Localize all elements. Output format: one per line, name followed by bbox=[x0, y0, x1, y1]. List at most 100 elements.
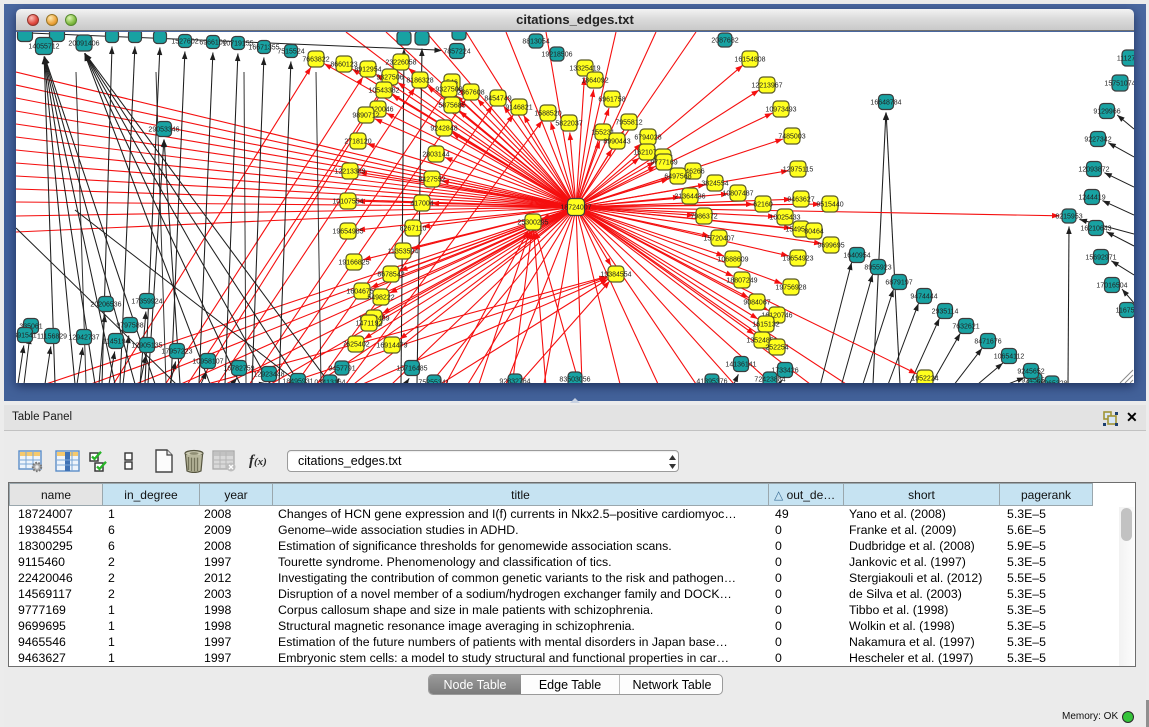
svg-text:16914479: 16914479 bbox=[376, 343, 407, 350]
svg-text:15692971: 15692971 bbox=[1085, 255, 1116, 262]
svg-text:12942737: 12942737 bbox=[68, 335, 99, 342]
svg-text:1145194: 1145194 bbox=[103, 339, 130, 346]
svg-text:8186328: 8186328 bbox=[406, 78, 433, 85]
svg-text:252254: 252254 bbox=[765, 345, 788, 352]
svg-text:14055712: 14055712 bbox=[28, 44, 59, 51]
svg-text:75255341: 75255341 bbox=[418, 380, 449, 384]
svg-text:10807487: 10807487 bbox=[722, 191, 753, 198]
svg-text:12213389: 12213389 bbox=[334, 169, 365, 176]
svg-text:16782759: 16782759 bbox=[223, 366, 254, 373]
svg-text:12975115: 12975115 bbox=[783, 167, 814, 174]
svg-text:8454749: 8454749 bbox=[484, 96, 511, 103]
svg-text:19166825: 19166825 bbox=[338, 260, 369, 267]
svg-text:15720407: 15720407 bbox=[703, 236, 734, 243]
svg-text:8267110: 8267110 bbox=[400, 226, 427, 233]
svg-text:1244419: 1244419 bbox=[1078, 195, 1105, 202]
svg-text:96965328: 96965328 bbox=[1036, 381, 1067, 384]
svg-text:15751074: 15751074 bbox=[1104, 81, 1134, 88]
svg-text:8955923: 8955923 bbox=[864, 265, 891, 272]
svg-text:92832764: 92832764 bbox=[499, 379, 530, 384]
svg-text:21364436: 21364436 bbox=[674, 194, 705, 201]
svg-text:03413164: 03413164 bbox=[314, 380, 345, 384]
svg-text:1471192: 1471192 bbox=[356, 321, 383, 328]
svg-text:5875685: 5875685 bbox=[438, 103, 465, 110]
svg-text:8427552: 8427552 bbox=[418, 177, 445, 184]
svg-text:8813054: 8813054 bbox=[522, 39, 549, 46]
svg-text:9245652: 9245652 bbox=[1017, 369, 1044, 376]
svg-text:11156829: 11156829 bbox=[37, 334, 67, 341]
svg-text:8912954: 8912954 bbox=[354, 67, 381, 74]
svg-text:8215953: 8215953 bbox=[1055, 214, 1082, 221]
svg-text:19218506: 19218506 bbox=[541, 52, 572, 59]
svg-text:7663822: 7663822 bbox=[302, 57, 329, 64]
svg-text:10543382: 10543382 bbox=[368, 88, 399, 95]
svg-text:16154808: 16154808 bbox=[734, 57, 765, 64]
svg-text:18807249: 18807249 bbox=[726, 278, 757, 285]
svg-text:10654112: 10654112 bbox=[994, 354, 1025, 361]
svg-text:18724007: 18724007 bbox=[560, 205, 591, 212]
svg-text:1615132: 1615132 bbox=[752, 322, 779, 329]
svg-text:7857224: 7857224 bbox=[443, 49, 470, 56]
svg-text:16648784: 16648784 bbox=[870, 100, 901, 107]
svg-text:1864092: 1864092 bbox=[581, 78, 608, 85]
svg-text:5822037: 5822037 bbox=[555, 121, 582, 128]
svg-text:9797588: 9797588 bbox=[116, 323, 143, 330]
svg-text:9146821: 9146821 bbox=[505, 105, 532, 112]
svg-text:1112744: 1112744 bbox=[1117, 56, 1134, 63]
svg-text:1640954: 1640954 bbox=[843, 253, 870, 260]
svg-text:9084067: 9084067 bbox=[743, 300, 770, 307]
svg-text:9242848: 9242848 bbox=[430, 126, 457, 133]
svg-text:12923448: 12923448 bbox=[253, 372, 284, 379]
svg-text:116753: 116753 bbox=[1116, 308, 1134, 315]
svg-text:17016504: 17016504 bbox=[1096, 283, 1127, 290]
svg-text:6497568: 6497568 bbox=[664, 174, 691, 181]
svg-text:9463627: 9463627 bbox=[787, 197, 814, 204]
svg-text:29053346: 29053346 bbox=[148, 127, 179, 134]
svg-text:9457791: 9457791 bbox=[328, 366, 355, 373]
svg-text:16671355: 16671355 bbox=[248, 45, 279, 52]
svg-text:19654985: 19654985 bbox=[332, 229, 363, 236]
svg-text:3824554: 3824554 bbox=[701, 181, 728, 188]
svg-text:41395376: 41395376 bbox=[696, 379, 727, 384]
svg-text:9890712: 9890712 bbox=[352, 113, 379, 120]
svg-text:12093872: 12093872 bbox=[1078, 167, 1109, 174]
svg-text:391541: 391541 bbox=[16, 333, 37, 340]
svg-text:8678542: 8678542 bbox=[377, 272, 404, 279]
svg-text:7632621: 7632621 bbox=[952, 324, 979, 331]
svg-text:16210643: 16210643 bbox=[1080, 226, 1111, 233]
svg-text:2803144: 2803144 bbox=[422, 152, 449, 159]
svg-text:2087682: 2087682 bbox=[711, 38, 738, 45]
svg-text:18495931: 18495931 bbox=[282, 379, 313, 384]
svg-text:25300295: 25300295 bbox=[517, 220, 548, 227]
svg-text:23226058: 23226058 bbox=[385, 60, 416, 67]
svg-text:72423884: 72423884 bbox=[754, 377, 785, 384]
svg-text:80464: 80464 bbox=[804, 229, 824, 236]
svg-text:20091406: 20091406 bbox=[68, 41, 99, 48]
svg-text:10973493: 10973493 bbox=[765, 107, 796, 114]
svg-text:11353594: 11353594 bbox=[388, 249, 419, 256]
svg-text:20206536: 20206536 bbox=[90, 302, 121, 309]
svg-text:83503056: 83503056 bbox=[559, 377, 590, 384]
svg-text:19654923: 19654923 bbox=[782, 256, 813, 263]
svg-text:2367608: 2367608 bbox=[457, 90, 484, 97]
svg-text:5498222: 5498222 bbox=[367, 295, 394, 302]
svg-text:8471676: 8471676 bbox=[974, 339, 1001, 346]
svg-text:17359924: 17359924 bbox=[131, 299, 162, 306]
svg-text:19756928: 19756928 bbox=[775, 285, 806, 292]
svg-text:7515524: 7515524 bbox=[277, 49, 304, 56]
svg-text:10107554: 10107554 bbox=[332, 199, 363, 206]
svg-text:62160: 62160 bbox=[753, 202, 773, 209]
svg-text:10025433: 10025433 bbox=[769, 215, 800, 222]
svg-text:10688609: 10688609 bbox=[717, 257, 748, 264]
svg-text:9227342: 9227342 bbox=[1084, 137, 1111, 144]
svg-text:6794028: 6794028 bbox=[634, 135, 661, 142]
svg-text:7625402: 7625402 bbox=[342, 342, 369, 349]
svg-text:6961758: 6961758 bbox=[598, 97, 625, 104]
svg-text:15716485: 15716485 bbox=[396, 366, 427, 373]
svg-text:1588520: 1588520 bbox=[534, 111, 561, 118]
svg-text:9515440: 9515440 bbox=[816, 202, 843, 209]
svg-text:14136141: 14136141 bbox=[725, 362, 756, 369]
svg-text:9777169: 9777169 bbox=[650, 160, 677, 167]
svg-text:7485003: 7485003 bbox=[778, 134, 805, 141]
svg-text:17957223: 17957223 bbox=[161, 349, 192, 356]
